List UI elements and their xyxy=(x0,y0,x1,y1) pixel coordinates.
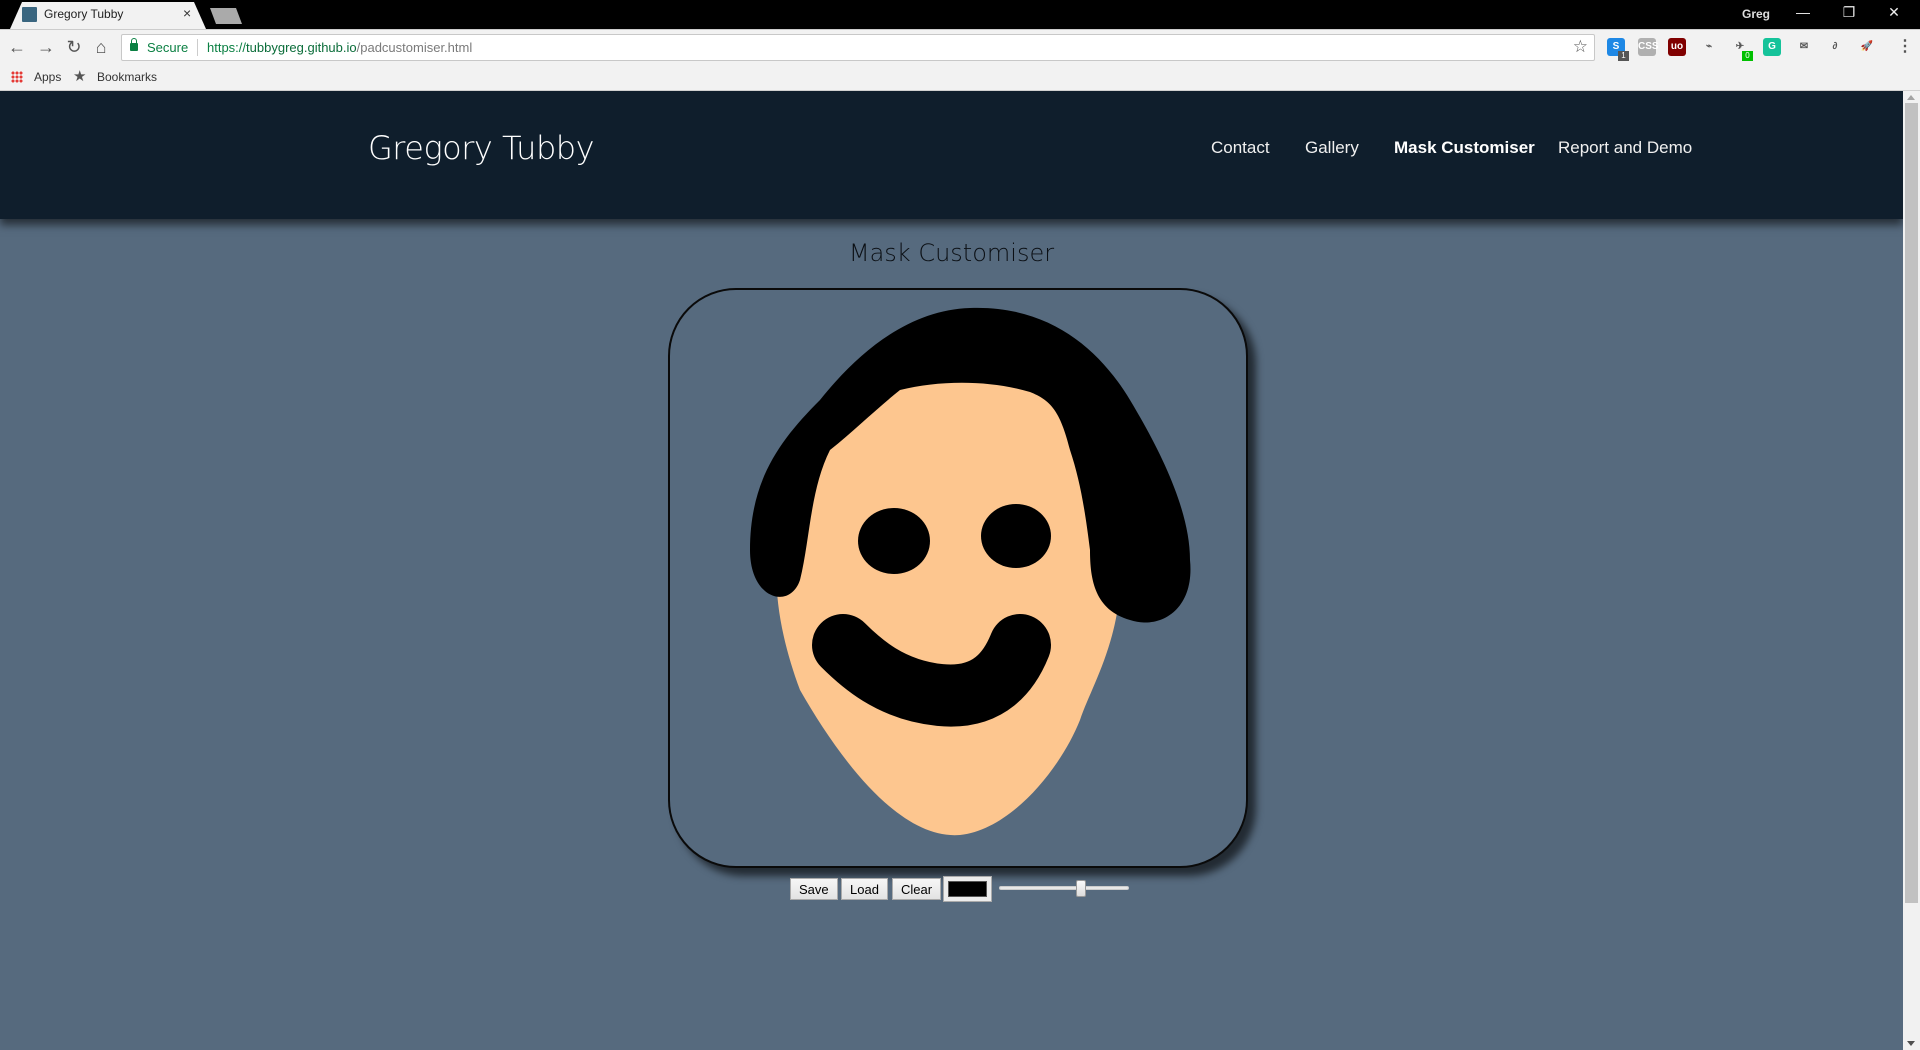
page-title: Mask Customiser xyxy=(848,239,1055,267)
restore-button[interactable]: ❐ xyxy=(1834,4,1864,21)
apps-link[interactable]: Apps xyxy=(34,70,61,84)
clear-button[interactable]: Clear xyxy=(892,878,942,900)
slider-track[interactable] xyxy=(999,886,1129,890)
tab-title: Gregory Tubby xyxy=(44,7,124,21)
grammarly-extension-icon[interactable]: G xyxy=(1763,38,1781,56)
nav-mask-customiser[interactable]: Mask Customiser xyxy=(1394,138,1535,158)
profile-button[interactable]: Greg xyxy=(1742,7,1770,21)
lock-icon xyxy=(130,38,138,51)
tab-strip: Gregory Tubby × Greg — ❐ ✕ xyxy=(0,0,1920,29)
bird-extension-badge: 0 xyxy=(1742,51,1753,61)
browser-menu-icon[interactable]: ⋮ xyxy=(1897,36,1913,56)
url-text[interactable]: https://tubbygreg.github.io/padcustomise… xyxy=(207,40,472,55)
bookmark-star-icon[interactable]: ☆ xyxy=(1573,37,1588,57)
bookmarks-star-icon: ★ xyxy=(73,68,87,85)
new-tab-button[interactable] xyxy=(210,8,242,24)
page: Gregory Tubby Contact Gallery Mask Custo… xyxy=(0,91,1903,1050)
nav-contact[interactable]: Contact xyxy=(1211,138,1270,158)
left-eye xyxy=(858,508,930,574)
right-eye xyxy=(981,504,1051,568)
color-swatch xyxy=(948,881,987,897)
save-button[interactable]: Save xyxy=(790,878,838,900)
favicon-icon xyxy=(22,7,37,22)
rocket-extension-icon[interactable]: 🚀 xyxy=(1858,38,1876,56)
page-scrollbar[interactable] xyxy=(1903,91,1920,1050)
slider-thumb[interactable] xyxy=(1075,880,1086,897)
site-title[interactable]: Gregory Tubby xyxy=(368,129,595,167)
cast-extension-icon[interactable]: ⌁ xyxy=(1700,38,1718,56)
minimize-button[interactable]: — xyxy=(1788,4,1818,20)
scroll-up-arrow-icon[interactable] xyxy=(1907,95,1915,100)
forward-button[interactable]: → xyxy=(35,36,57,58)
bookmarks-folder[interactable]: Bookmarks xyxy=(97,70,157,84)
mask-drawing[interactable] xyxy=(670,290,1246,866)
bookmarks-bar: Apps ★ Bookmarks xyxy=(0,65,1920,91)
ublock-extension-icon[interactable]: uo xyxy=(1668,38,1686,56)
brush-size-slider[interactable] xyxy=(999,880,1129,901)
browser-toolbar: ← → ↻ ⌂ Secure https://tubbygreg.github.… xyxy=(0,29,1920,65)
load-button[interactable]: Load xyxy=(841,878,888,900)
nav-report-and-demo[interactable]: Report and Demo xyxy=(1558,138,1692,158)
address-bar[interactable]: Secure https://tubbygreg.github.io/padcu… xyxy=(121,34,1595,61)
back-button[interactable]: ← xyxy=(6,36,28,58)
drawing-canvas[interactable] xyxy=(668,288,1248,868)
tab-close-icon[interactable]: × xyxy=(183,5,191,21)
scroll-thumb[interactable] xyxy=(1905,103,1918,903)
mail-extension-icon[interactable]: ✉ xyxy=(1795,38,1813,56)
brush-color-picker[interactable] xyxy=(943,876,992,902)
secure-label[interactable]: Secure xyxy=(147,40,188,55)
apps-grid-icon[interactable] xyxy=(11,71,23,83)
skype-extension-badge: 1 xyxy=(1618,51,1629,61)
reload-button[interactable]: ↻ xyxy=(63,36,85,58)
grey-extension-icon[interactable]: ∂ xyxy=(1826,38,1844,56)
close-window-button[interactable]: ✕ xyxy=(1879,4,1909,21)
scroll-down-arrow-icon[interactable] xyxy=(1907,1041,1915,1046)
divider xyxy=(197,39,198,56)
css-viewer-extension-icon[interactable]: CSS xyxy=(1638,38,1659,56)
site-header: Gregory Tubby Contact Gallery Mask Custo… xyxy=(0,91,1903,219)
home-button[interactable]: ⌂ xyxy=(90,36,112,58)
nav-gallery[interactable]: Gallery xyxy=(1305,138,1359,158)
